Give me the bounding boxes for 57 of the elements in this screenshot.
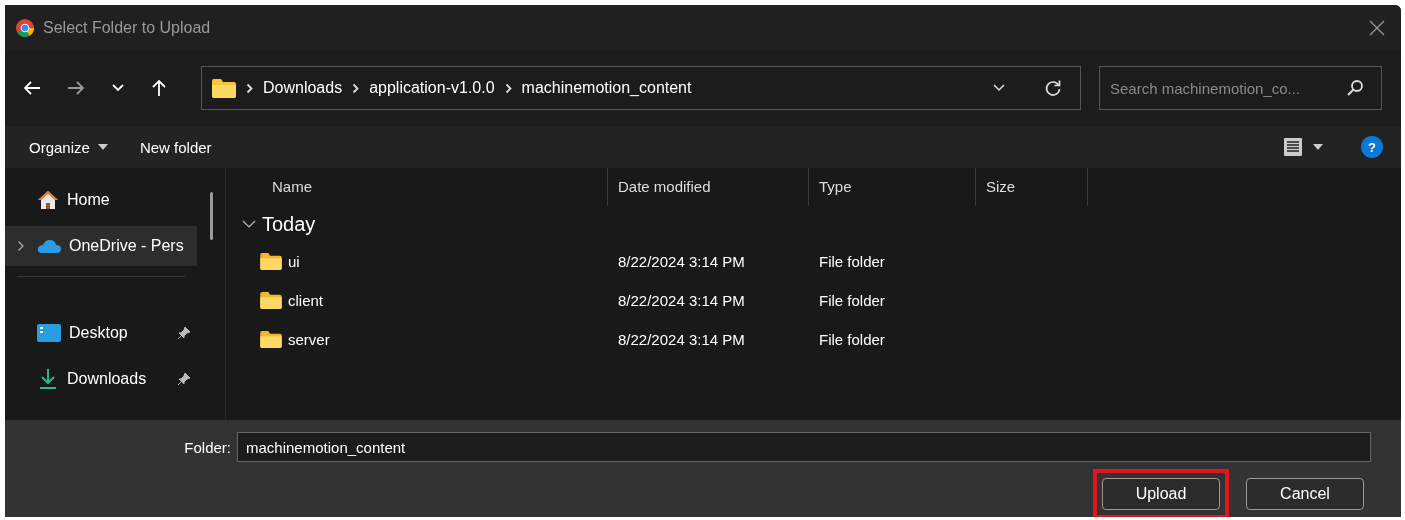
dialog-button[interactable]: Upload <box>1102 478 1220 510</box>
view-list-icon[interactable] <box>1283 137 1303 157</box>
file-name[interactable]: server <box>288 331 330 348</box>
cloud-icon <box>37 239 61 253</box>
desktop-icon <box>37 324 61 342</box>
window-title: Select Folder to Upload <box>43 18 211 37</box>
sidebar-item[interactable]: Downloads <box>5 359 197 399</box>
date-cell: 8/22/2024 3:14 PM <box>618 292 745 309</box>
folder-icon <box>260 253 282 270</box>
caret-down-icon[interactable] <box>1313 144 1323 150</box>
dialog-button[interactable]: Cancel <box>1246 478 1364 510</box>
refresh-icon[interactable] <box>1044 79 1062 97</box>
breadcrumb-item[interactable]: machinemotion_content <box>521 79 692 97</box>
up-arrow-icon[interactable] <box>151 79 167 97</box>
pin-icon[interactable] <box>177 326 191 340</box>
date-cell: 8/22/2024 3:14 PM <box>618 253 745 270</box>
chevron-down-icon[interactable] <box>992 83 1006 93</box>
forward-arrow-icon[interactable] <box>67 80 85 96</box>
chevron-right-icon[interactable] <box>17 240 25 252</box>
column-header[interactable]: Type <box>809 168 976 206</box>
pin-icon[interactable] <box>177 372 191 386</box>
organize-menu-button[interactable]: Organize <box>17 134 120 160</box>
search-field[interactable]: Search machinemotion_co... <box>1099 66 1382 110</box>
file-name[interactable]: client <box>288 292 324 309</box>
folder-icon <box>260 292 282 309</box>
column-header[interactable]: Size <box>976 168 1088 206</box>
date-cell: 8/22/2024 3:14 PM <box>618 331 745 348</box>
type-cell: File folder <box>819 292 885 309</box>
scrollbar-thumb[interactable] <box>210 192 213 240</box>
sidebar-item[interactable]: Desktop <box>5 313 197 353</box>
address-bar[interactable]: Downloads application-v1.0.0 machinemotion_content <box>201 66 1081 110</box>
type-cell: File folder <box>819 253 885 270</box>
file-name[interactable]: ui <box>288 253 300 270</box>
help-button[interactable]: ? <box>1361 136 1383 158</box>
back-arrow-icon[interactable] <box>23 80 41 96</box>
search-icon[interactable] <box>1346 79 1364 97</box>
chevron-right-icon <box>246 82 253 94</box>
chevron-down-icon <box>242 219 256 229</box>
folder-label: Folder: <box>184 438 231 456</box>
new-folder-button[interactable]: New folder <box>127 134 224 160</box>
sidebar-item[interactable]: OneDrive - Pers <box>5 226 197 266</box>
folder-input[interactable]: machinemotion_content <box>237 432 1371 462</box>
breadcrumb-item[interactable]: Downloads <box>263 79 343 97</box>
chevron-right-icon <box>504 82 512 94</box>
home-icon <box>37 190 59 210</box>
sidebar-item[interactable]: Home <box>5 180 197 220</box>
download-icon <box>37 368 59 390</box>
breadcrumb-item[interactable]: application-v1.0.0 <box>369 79 495 97</box>
chevron-right-icon <box>352 82 360 94</box>
browser-logo-icon <box>15 17 35 38</box>
close-icon[interactable] <box>1369 19 1385 36</box>
column-header[interactable]: Name <box>234 168 608 206</box>
group-header[interactable]: Today <box>234 206 1401 242</box>
column-header[interactable]: Date modified <box>608 168 809 206</box>
type-cell: File folder <box>819 331 885 348</box>
folder-icon <box>260 331 282 348</box>
folder-icon <box>212 78 236 98</box>
